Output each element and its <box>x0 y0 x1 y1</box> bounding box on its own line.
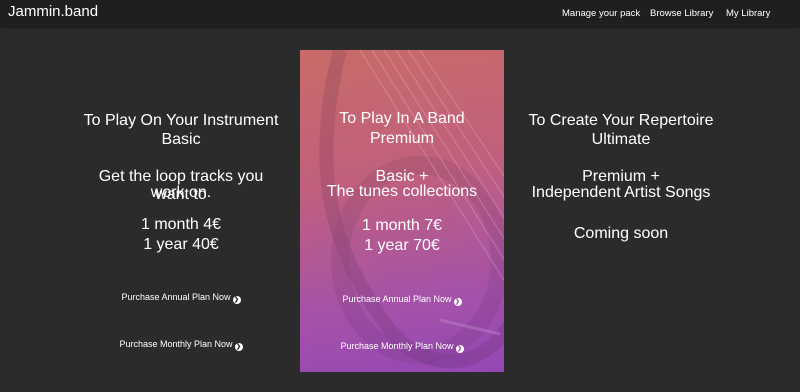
chevron-right-circle-icon: ❯ <box>455 345 464 353</box>
plan-premium-kicker: To Play In A Band <box>339 110 465 127</box>
nav-browse-library[interactable]: Browse Library <box>650 8 713 19</box>
plan-premium-desc-2: The tunes collections <box>326 183 478 200</box>
plan-basic-desc-2: work on. <box>150 184 212 201</box>
chevron-right-circle-icon: ❯ <box>453 298 462 306</box>
top-navbar: Jammin.band Manage your pack Browse Libr… <box>0 0 800 26</box>
plan-ultimate-kicker: To Create Your Repertoire <box>528 112 714 129</box>
plan-basic-kicker: To Play On Your Instrument <box>83 112 279 129</box>
plan-premium-price-month: 1 month 7€ <box>361 217 443 234</box>
plan-basic-price-year: 1 year 40€ <box>143 236 219 253</box>
plan-premium-annual-link[interactable]: Purchase Annual Plan Now ❯ <box>300 289 504 307</box>
plan-ultimate-desc-2: Independent Artist Songs <box>531 184 711 201</box>
nav-my-library[interactable]: My Library <box>726 8 770 19</box>
plan-ultimate-status: Coming soon <box>573 225 669 242</box>
plan-basic-price-month: 1 month 4€ <box>140 216 222 233</box>
plan-premium-name: Premium <box>369 130 434 147</box>
plan-basic-annual-label: Purchase Annual Plan Now <box>121 292 231 302</box>
plan-premium-annual-label: Purchase Annual Plan Now <box>342 294 452 304</box>
guitar-background-image <box>319 50 504 369</box>
chevron-right-circle-icon: ❯ <box>234 343 243 351</box>
plan-basic-name: Basic <box>161 131 201 148</box>
plan-premium-card: To Play In A Band Premium Basic + The tu… <box>300 50 504 372</box>
plan-premium-price-year: 1 year 70€ <box>364 237 440 254</box>
plan-basic-monthly-label: Purchase Monthly Plan Now <box>119 339 233 349</box>
chevron-right-circle-icon: ❯ <box>232 296 241 304</box>
plan-basic-monthly-link[interactable]: Purchase Monthly Plan Now ❯ <box>81 334 281 352</box>
nav-manage-pack[interactable]: Manage your pack <box>562 8 640 19</box>
plan-premium-monthly-link[interactable]: Purchase Monthly Plan Now ❯ <box>300 336 504 354</box>
plan-ultimate-name: Ultimate <box>591 131 651 148</box>
plan-basic-annual-link[interactable]: Purchase Annual Plan Now ❯ <box>81 287 281 305</box>
brand-logo[interactable]: Jammin.band <box>8 3 98 20</box>
plan-premium-monthly-label: Purchase Monthly Plan Now <box>340 341 454 351</box>
